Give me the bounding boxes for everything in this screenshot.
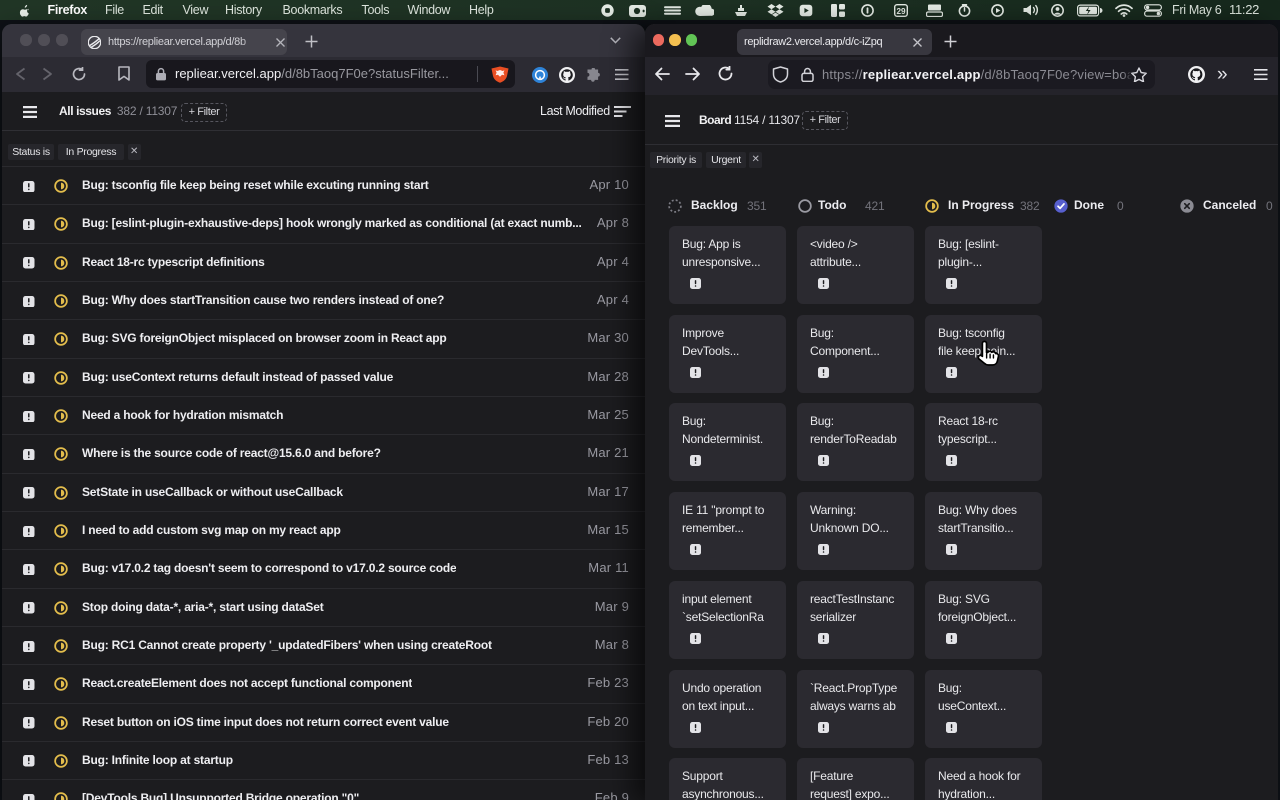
svg-text:29: 29 — [896, 7, 906, 16]
